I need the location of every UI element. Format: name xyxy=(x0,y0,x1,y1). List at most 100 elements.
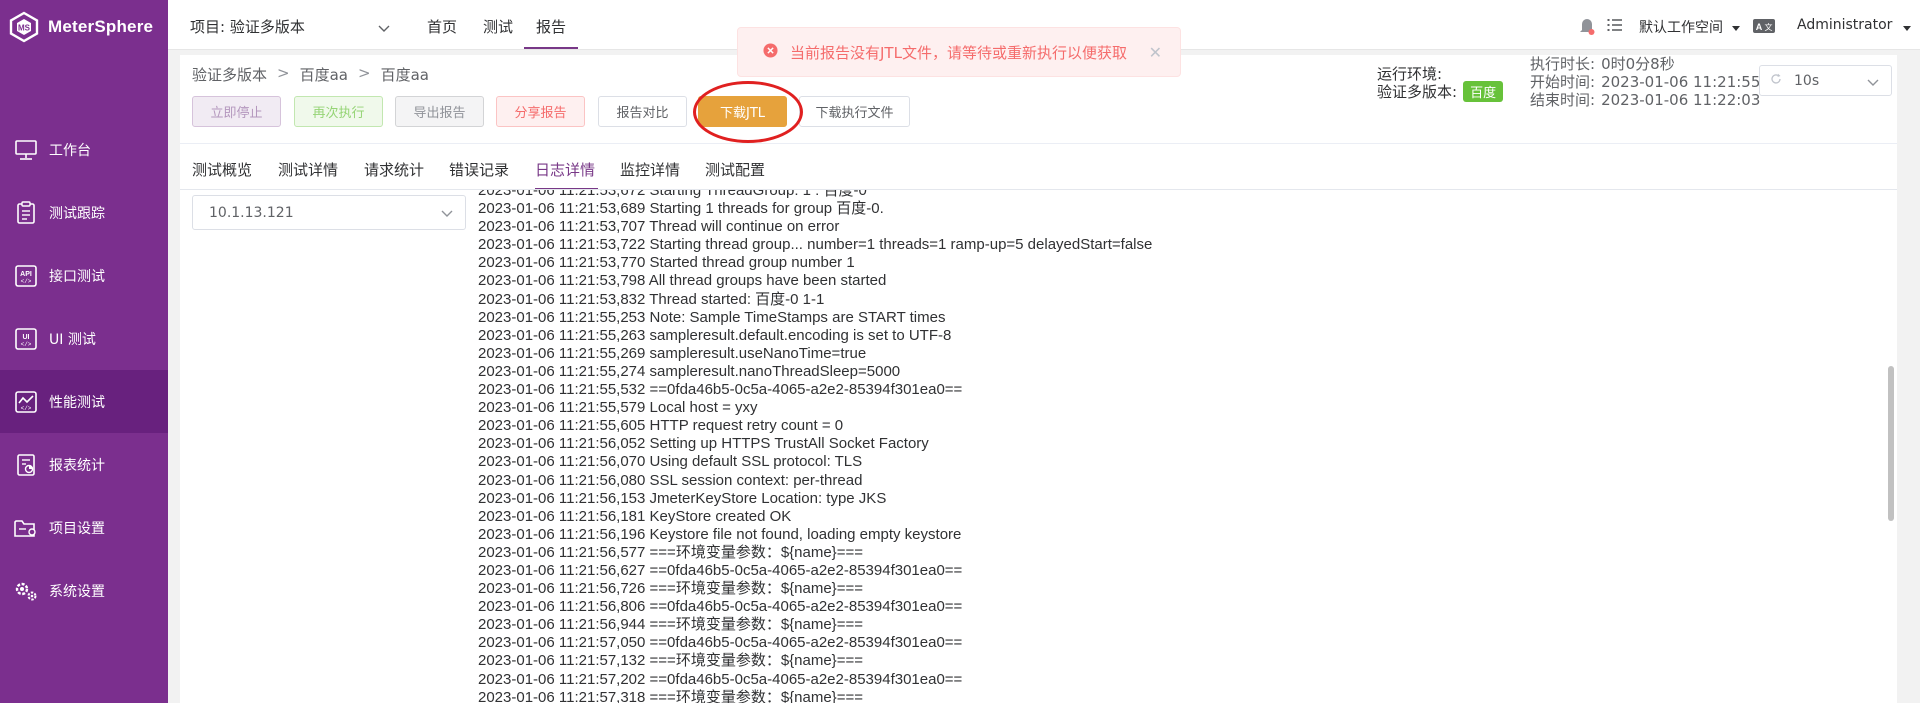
gears-icon xyxy=(13,578,39,604)
task-list-icon[interactable] xyxy=(1607,17,1623,37)
log-line: 2023-01-06 11:21:56,627 ==0fda46b5-0c5a-… xyxy=(478,561,963,579)
log-line: 2023-01-06 11:21:55,532 ==0fda46b5-0c5a-… xyxy=(478,381,963,399)
log-line: 2023-01-06 11:21:53,672 Starting ThreadG… xyxy=(478,190,867,199)
sidebar-item-workbench[interactable]: 工作台 xyxy=(0,118,168,181)
log-line: 2023-01-06 11:21:53,832 Thread started: … xyxy=(478,290,825,308)
env-tag: 百度 xyxy=(1463,81,1504,102)
log-line: 2023-01-06 11:21:55,269 sampleresult.use… xyxy=(478,344,867,362)
compare-report-button[interactable]: 报告对比 xyxy=(598,96,687,127)
log-line: 2023-01-06 11:21:53,707 Thread will cont… xyxy=(478,218,840,236)
breadcrumb-project[interactable]: 验证多版本 xyxy=(192,64,267,85)
sidebar-item-performance-test[interactable]: </> 性能测试 xyxy=(0,370,168,433)
api-icon: API </> xyxy=(13,263,39,289)
log-line: 2023-01-06 11:21:55,579 Local host = yxy xyxy=(478,399,758,417)
chevron-right-icon: > xyxy=(357,64,371,82)
sidebar-item-label: 项目设置 xyxy=(49,520,105,537)
chevron-right-icon: > xyxy=(277,64,290,82)
log-line: 2023-01-06 11:21:56,052 Setting up HTTPS… xyxy=(478,435,929,453)
workspace-selector[interactable]: 默认工作空间 xyxy=(1639,17,1723,37)
user-menu[interactable]: Administrator xyxy=(1797,17,1892,33)
log-line: 2023-01-06 11:21:55,253 Note: Sample Tim… xyxy=(478,308,946,326)
sidebar-item-label: 报表统计 xyxy=(49,457,105,474)
sidebar-item-api-test[interactable]: API </> 接口测试 xyxy=(0,244,168,307)
sidebar-item-label: 系统设置 xyxy=(49,583,105,600)
caret-down-icon[interactable] xyxy=(1902,18,1912,37)
metersphere-logo-icon: MS xyxy=(8,11,40,43)
log-line: 2023-01-06 11:21:56,944 ===环境变量参数：${name… xyxy=(478,616,863,634)
tab-monitor-details[interactable]: 监控详情 xyxy=(620,159,680,180)
tab-details[interactable]: 测试详情 xyxy=(278,159,338,180)
performance-chart-icon: </> xyxy=(13,389,39,415)
sidebar: MS MeterSphere 工作台 测试跟踪 API </> 接口测试 UI </… xyxy=(0,0,168,703)
clipboard-icon xyxy=(13,200,39,226)
sidebar-item-label: UI 测试 xyxy=(49,331,96,348)
tab-test-config[interactable]: 测试配置 xyxy=(705,159,765,180)
refresh-interval-select[interactable]: 10s xyxy=(1759,65,1892,96)
sidebar-item-ui-test[interactable]: UI </> UI 测试 xyxy=(0,307,168,370)
log-line: 2023-01-06 11:21:57,132 ===环境变量参数：${name… xyxy=(478,652,863,670)
log-line: 2023-01-06 11:21:56,080 SSL session cont… xyxy=(478,471,863,489)
log-line: 2023-01-06 11:21:57,202 ==0fda46b5-0c5a-… xyxy=(478,670,963,688)
folder-settings-icon xyxy=(13,515,39,541)
tab-log-details[interactable]: 日志详情 xyxy=(535,159,595,180)
log-line: 2023-01-06 11:21:56,181 KeyStore created… xyxy=(478,507,792,525)
end-time-row: 结束时间: 2023-01-06 11:22:03 xyxy=(1530,89,1760,110)
breadcrumb-test[interactable]: 百度aa xyxy=(300,64,348,85)
share-report-button[interactable]: 分享报告 xyxy=(496,96,585,127)
tab-error-records[interactable]: 错误记录 xyxy=(449,159,509,180)
log-line: 2023-01-06 11:21:53,798 All thread group… xyxy=(478,272,887,290)
sidebar-item-project-settings[interactable]: 项目设置 xyxy=(0,496,168,559)
log-line: 2023-01-06 11:21:55,274 sampleresult.nan… xyxy=(478,362,901,380)
sidebar-item-label: 性能测试 xyxy=(49,394,105,411)
log-line: 2023-01-06 11:21:53,689 Starting 1 threa… xyxy=(478,200,884,218)
log-content: 2023-01-06 11:21:53,672 Starting ThreadG… xyxy=(478,190,1152,703)
log-scrollbar[interactable] xyxy=(1888,366,1894,521)
svg-text:MS: MS xyxy=(18,24,31,33)
chevron-down-icon xyxy=(1867,75,1879,91)
sidebar-item-system-settings[interactable]: 系统设置 xyxy=(0,559,168,622)
divider xyxy=(180,143,1897,144)
tab-overview[interactable]: 测试概览 xyxy=(192,159,252,180)
project-selector[interactable]: 项目: 验证多版本 xyxy=(190,16,305,37)
topnav-test[interactable]: 测试 xyxy=(483,16,513,37)
svg-text:</>: </> xyxy=(21,405,32,412)
monitor-icon xyxy=(13,137,39,163)
language-icon[interactable]: A文 xyxy=(1753,18,1775,37)
download-jtl-button[interactable]: 下载JTL xyxy=(698,96,787,127)
bell-icon[interactable] xyxy=(1578,16,1596,40)
log-line: 2023-01-06 11:21:57,050 ==0fda46b5-0c5a-… xyxy=(478,634,963,652)
svg-text:UI: UI xyxy=(23,334,30,341)
close-icon[interactable]: ✕ xyxy=(1149,43,1162,62)
export-report-button[interactable]: 导出报告 xyxy=(395,96,484,127)
svg-text:</>: </> xyxy=(21,341,32,348)
stop-now-button[interactable]: 立即停止 xyxy=(192,96,281,127)
end-time-value: 2023-01-06 11:22:03 xyxy=(1601,91,1761,109)
logo[interactable]: MS MeterSphere xyxy=(8,10,153,44)
sidebar-item-test-tracking[interactable]: 测试跟踪 xyxy=(0,181,168,244)
topnav-report[interactable]: 报告 xyxy=(536,16,566,37)
svg-text:API: API xyxy=(20,271,32,278)
svg-text:</>: </> xyxy=(21,278,32,285)
topnav-home[interactable]: 首页 xyxy=(427,16,457,37)
log-line: 2023-01-06 11:21:56,196 Keystore file no… xyxy=(478,525,962,543)
breadcrumb: 验证多版本 > 百度aa > 百度aa xyxy=(192,64,429,85)
tab-request-stats[interactable]: 请求统计 xyxy=(364,159,424,180)
env-project: 验证多版本: xyxy=(1377,83,1458,101)
log-line: 2023-01-06 11:21:55,605 HTTP request ret… xyxy=(478,417,844,435)
sidebar-item-report-stats[interactable]: 报表统计 xyxy=(0,433,168,496)
log-panel[interactable]: 2023-01-06 11:21:53,672 Starting ThreadG… xyxy=(478,190,1858,703)
chevron-down-icon[interactable] xyxy=(378,18,390,37)
svg-text:A: A xyxy=(1756,22,1763,32)
log-line: 2023-01-06 11:21:55,263 sampleresult.def… xyxy=(478,326,952,344)
rerun-button[interactable]: 再次执行 xyxy=(294,96,383,127)
sidebar-item-label: 工作台 xyxy=(49,142,91,159)
caret-down-icon[interactable] xyxy=(1731,18,1741,37)
server-select[interactable]: 10.1.13.121 xyxy=(192,195,466,230)
env-value: 验证多版本: 百度 xyxy=(1377,81,1504,102)
app-name: MeterSphere xyxy=(48,17,154,36)
download-exec-file-button[interactable]: 下载执行文件 xyxy=(799,96,910,127)
log-line: 2023-01-06 11:21:53,770 Started thread g… xyxy=(478,254,855,272)
breadcrumb-report: 百度aa xyxy=(380,66,429,84)
server-select-value: 10.1.13.121 xyxy=(209,204,294,221)
refresh-interval-value: 10s xyxy=(1794,72,1820,89)
